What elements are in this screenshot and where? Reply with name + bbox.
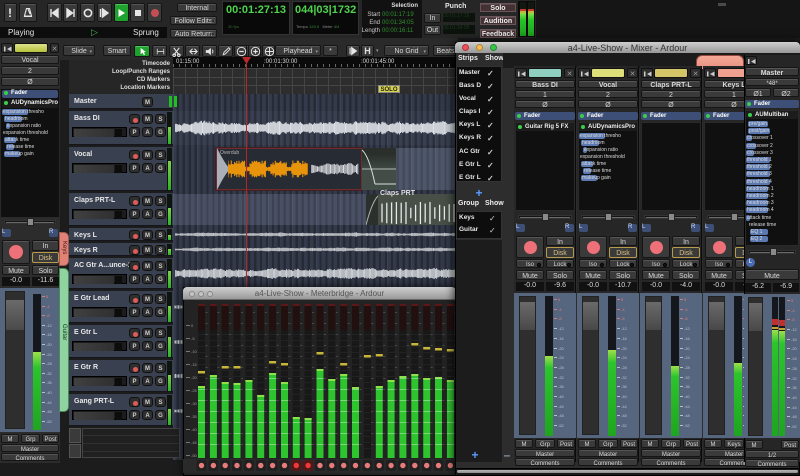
svg-text:!: !: [8, 7, 12, 19]
svg-text:-15: -15: [191, 362, 198, 367]
svg-text:-5: -5: [191, 336, 195, 341]
svg-text:-35: -35: [191, 414, 198, 419]
svg-text:-10: -10: [191, 349, 198, 354]
svg-text:-50: -50: [191, 453, 198, 458]
svg-text:-30: -30: [191, 401, 198, 406]
svg-text:-45: -45: [191, 440, 198, 445]
svg-text:-40: -40: [191, 427, 198, 432]
svg-text:0: 0: [191, 323, 194, 328]
svg-text:-25: -25: [191, 388, 198, 393]
svg-text:-20: -20: [191, 375, 198, 380]
